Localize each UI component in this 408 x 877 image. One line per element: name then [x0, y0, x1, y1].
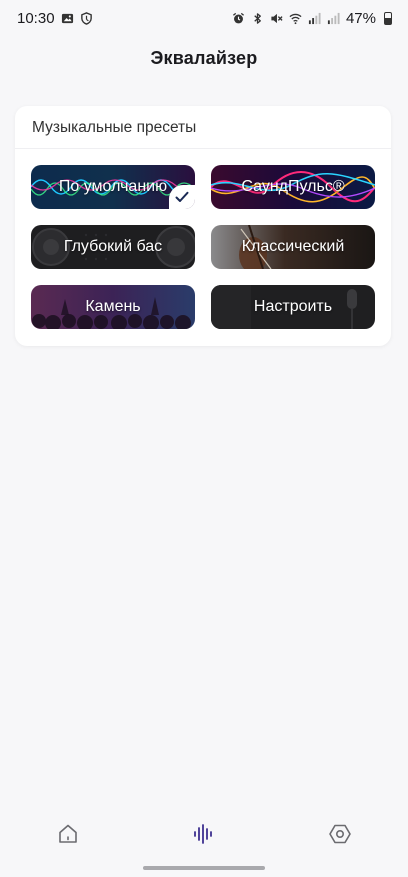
nav-settings[interactable]: [310, 812, 370, 856]
preset-soundpulse-label: СаундПульс®: [241, 178, 345, 195]
page-title: Эквалайзер: [150, 48, 258, 68]
home-indicator[interactable]: [143, 866, 265, 870]
status-left: 10:30: [17, 10, 93, 27]
home-icon: [59, 824, 77, 843]
preset-classical[interactable]: Классический: [211, 225, 375, 269]
battery-icon: [384, 11, 392, 25]
preset-rock-label: Камень: [85, 298, 141, 315]
bottom-nav: [0, 808, 408, 860]
presets-grid: По умолчанию СаундПульс® Глубокий бас Кл…: [31, 165, 375, 329]
shield-icon: [80, 11, 93, 25]
status-bar: 10:30 47%: [0, 0, 408, 36]
status-right: 47%: [232, 10, 392, 27]
equalizer-icon: [194, 824, 212, 844]
preset-deep-bass-label: Глубокий бас: [63, 238, 163, 255]
preset-rock[interactable]: Камень: [31, 285, 195, 329]
preset-classical-label: Классический: [241, 238, 345, 255]
checkmark-icon: [175, 191, 189, 202]
image-icon: [61, 12, 74, 25]
battery-percent: 47%: [345, 9, 376, 27]
settings-hexagon-icon: [329, 824, 351, 844]
status-time: 10:30: [17, 9, 55, 27]
preset-default-label: По умолчанию: [58, 178, 168, 195]
preset-custom-label: Настроить: [253, 298, 333, 315]
presets-card-title: Музыкальные пресеты: [15, 106, 391, 149]
wifi-icon: [289, 12, 302, 25]
preset-deep-bass[interactable]: Глубокий бас: [31, 225, 195, 269]
alarm-icon: [232, 12, 245, 25]
preset-custom[interactable]: Настроить: [211, 285, 375, 329]
signal-icon: [327, 12, 340, 25]
presets-card: Музыкальные пресеты По умолчанию СаундПу…: [15, 106, 391, 346]
bluetooth-icon: [251, 12, 264, 25]
selected-badge: [169, 185, 195, 209]
preset-default[interactable]: По умолчанию: [31, 165, 195, 209]
nav-home[interactable]: [38, 812, 98, 856]
preset-soundpulse[interactable]: СаундПульс®: [211, 165, 375, 209]
mute-icon: [270, 12, 283, 25]
nav-equalizer[interactable]: [174, 812, 234, 856]
signal-icon: [308, 12, 321, 25]
